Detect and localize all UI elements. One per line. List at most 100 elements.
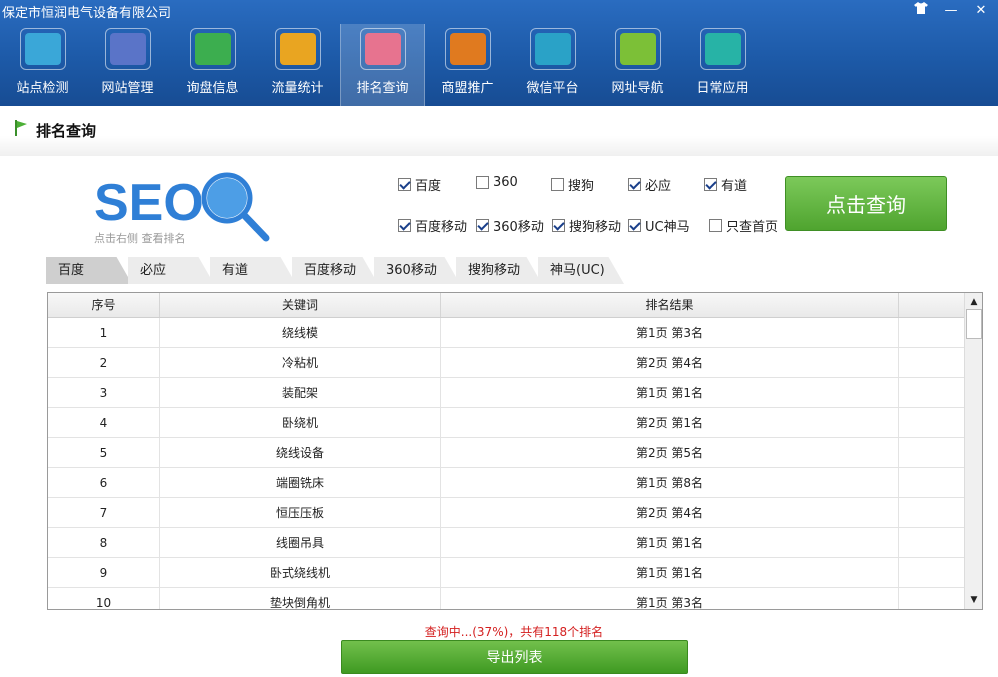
cell-result: 第2页 第4名 (441, 498, 899, 527)
cell-index: 5 (48, 438, 160, 467)
nav-label: 日常应用 (696, 81, 749, 96)
checkbox-label: 百度移动 (415, 220, 468, 235)
table-row[interactable]: 4 卧绕机 第2页 第1名 (48, 408, 982, 438)
nav-label: 网站管理 (101, 81, 154, 96)
nav-label: 网址导航 (611, 81, 664, 96)
scroll-down-arrow-icon[interactable]: ▼ (967, 593, 981, 607)
checkbox-icon[interactable] (398, 219, 411, 232)
cell-index: 2 (48, 348, 160, 377)
tab-engine[interactable]: 百度移动 (292, 257, 378, 284)
nav-icon-tile (449, 33, 486, 65)
header-result: 排名结果 (441, 293, 899, 317)
engine-checkbox[interactable]: 只查首页 (709, 216, 778, 235)
checkbox-icon[interactable] (552, 219, 565, 232)
close-button[interactable]: ✕ (972, 2, 990, 20)
minimize-button[interactable]: — (942, 2, 960, 20)
nav-icon-tile (109, 33, 146, 65)
engine-checkbox[interactable]: 必应 (628, 175, 671, 194)
nav-item[interactable]: 商盟推广 (425, 24, 510, 106)
checkbox-label: 必应 (645, 179, 672, 194)
bar-chart-icon (359, 28, 406, 70)
people-icon (444, 28, 491, 70)
tab-engine[interactable]: 必应 (128, 257, 214, 284)
nav-item[interactable]: 站点检测 (0, 24, 85, 106)
table-row[interactable]: 5 绕线设备 第2页 第5名 (48, 438, 982, 468)
checkbox-label: 有道 (721, 179, 748, 194)
scroll-up-arrow-icon[interactable]: ▲ (967, 295, 981, 309)
nav-label: 商盟推广 (441, 81, 494, 96)
tab-engine[interactable]: 搜狗移动 (456, 257, 542, 284)
nav-icon-tile (704, 33, 741, 65)
vertical-scrollbar[interactable]: ▲ ▼ (964, 293, 982, 609)
query-button[interactable]: 点击查询 (785, 176, 947, 231)
checkbox-label: 搜狗 (568, 179, 595, 194)
table-row[interactable]: 9 卧式绕线机 第1页 第1名 (48, 558, 982, 588)
cell-result: 第1页 第3名 (441, 318, 899, 347)
tab-engine[interactable]: 有道 (210, 257, 296, 284)
table-row[interactable]: 8 线圈吊具 第1页 第1名 (48, 528, 982, 558)
checkbox-icon[interactable] (628, 219, 641, 232)
nav-item[interactable]: 日常应用 (680, 24, 765, 106)
nav-item[interactable]: 流量统计 (255, 24, 340, 106)
mouse-icon (614, 28, 661, 70)
grid-icon (699, 28, 746, 70)
tab-engine[interactable]: 百度 (46, 257, 132, 284)
cell-keyword: 绕线设备 (160, 438, 441, 467)
nav-item[interactable]: 网址导航 (595, 24, 680, 106)
nav-label: 询盘信息 (186, 81, 239, 96)
cell-result: 第1页 第1名 (441, 558, 899, 587)
checkbox-label: 百度 (415, 179, 442, 194)
radar-icon (19, 28, 66, 70)
export-list-button[interactable]: 导出列表 (341, 640, 688, 674)
table-row[interactable]: 7 恒压压板 第2页 第4名 (48, 498, 982, 528)
checkbox-icon[interactable] (476, 219, 489, 232)
cell-index: 8 (48, 528, 160, 557)
tab-engine[interactable]: 神马(UC) (538, 257, 624, 284)
checkbox-icon[interactable] (709, 219, 722, 232)
flag-icon (15, 120, 27, 136)
table-row[interactable]: 2 冷粘机 第2页 第4名 (48, 348, 982, 378)
engine-checkbox[interactable]: 有道 (704, 175, 747, 194)
section-header: 排名查询 (0, 106, 998, 156)
table-row[interactable]: 1 绕线模 第1页 第3名 (48, 318, 982, 348)
nav-item[interactable]: 网站管理 (85, 24, 170, 106)
shirt-icon[interactable] (912, 2, 930, 20)
header-index: 序号 (48, 293, 160, 317)
engine-checkbox[interactable]: 360 (476, 175, 518, 190)
cell-keyword: 垫块倒角机 (160, 588, 441, 609)
nav-item[interactable]: 排名查询 (340, 24, 425, 106)
cell-index: 10 (48, 588, 160, 609)
checkbox-label: 只查首页 (726, 220, 779, 235)
checkbox-label: 360移动 (493, 220, 544, 235)
engine-checkbox[interactable]: UC神马 (628, 216, 690, 235)
engine-options: 百度 360 搜狗 必应 有道百度移动 360移动 搜狗移动 UC神马 只查首页 (398, 175, 783, 235)
cell-result: 第1页 第3名 (441, 588, 899, 609)
checkbox-icon[interactable] (704, 178, 717, 191)
engine-checkbox[interactable]: 搜狗移动 (552, 216, 621, 235)
chat-icon (189, 28, 236, 70)
page-title: 排名查询 (36, 122, 97, 140)
engine-checkbox[interactable]: 百度 (398, 175, 441, 194)
cell-index: 4 (48, 408, 160, 437)
checkbox-icon[interactable] (398, 178, 411, 191)
cell-result: 第1页 第8名 (441, 468, 899, 497)
engine-checkbox[interactable]: 百度移动 (398, 216, 467, 235)
nav-item[interactable]: 询盘信息 (170, 24, 255, 106)
tab-engine[interactable]: 360移动 (374, 257, 460, 284)
nav-label: 站点检测 (16, 81, 69, 96)
table-body: 1 绕线模 第1页 第3名 2 冷粘机 第2页 第4名 3 装配架 第1页 第1名 4 卧绕机 第2页… (48, 318, 982, 609)
checkbox-icon[interactable] (551, 178, 564, 191)
nav-label: 微信平台 (526, 81, 579, 96)
table-row[interactable]: 10 垫块倒角机 第1页 第3名 (48, 588, 982, 609)
checkbox-icon[interactable] (476, 176, 489, 189)
cell-index: 3 (48, 378, 160, 407)
checkbox-icon[interactable] (628, 178, 641, 191)
table-row[interactable]: 6 端圈铣床 第1页 第8名 (48, 468, 982, 498)
query-status: 查询中...(37%)，共有118个排名 (424, 625, 604, 639)
table-row[interactable]: 3 装配架 第1页 第1名 (48, 378, 982, 408)
engine-checkbox[interactable]: 搜狗 (551, 175, 594, 194)
engine-checkbox[interactable]: 360移动 (476, 216, 544, 235)
scroll-thumb[interactable] (966, 309, 982, 339)
nav-icon-tile (279, 33, 316, 65)
nav-item[interactable]: 微信平台 (510, 24, 595, 106)
